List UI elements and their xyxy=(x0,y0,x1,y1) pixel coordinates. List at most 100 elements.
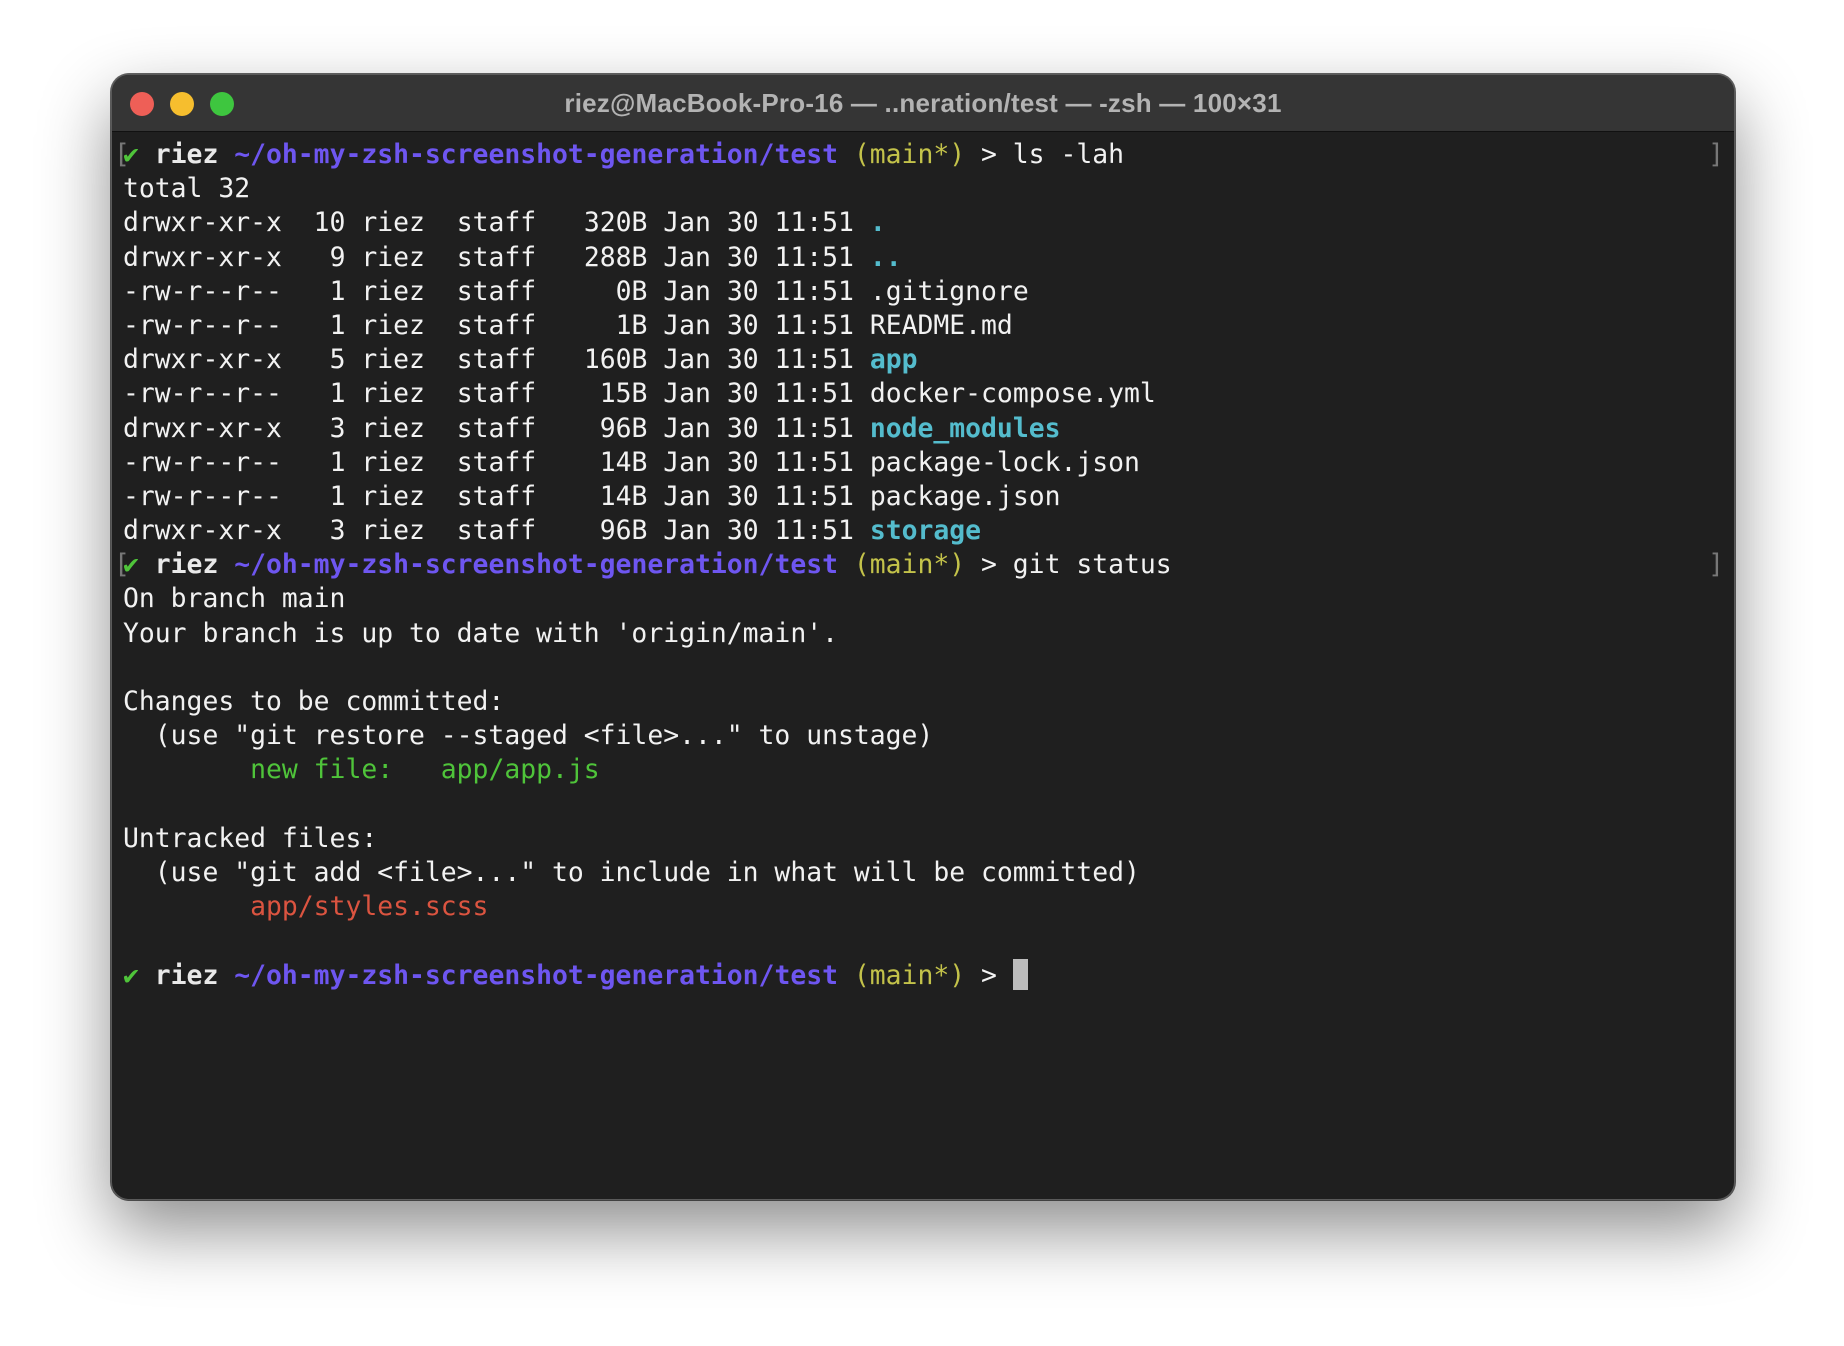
prompt-arrow: > xyxy=(981,549,997,581)
command-text: ls -lah xyxy=(1012,139,1125,170)
ls-links: 1 xyxy=(329,309,346,341)
terminal-window: riez@MacBook-Pro-16 — ..neration/test — … xyxy=(111,74,1735,1200)
prompt-path: ~/oh-my-zsh-screenshot-generation/test xyxy=(234,959,838,991)
ls-date: Jan 30 11:51 xyxy=(663,446,854,478)
ls-links: 1 xyxy=(329,446,346,478)
ls-owner: riez xyxy=(361,275,425,307)
ls-perms: drwxr-xr-x xyxy=(123,241,282,273)
ls-links: 1 xyxy=(329,480,346,512)
ls-perms: -rw-r--r-- xyxy=(123,378,282,410)
command-text: git status xyxy=(1012,549,1172,581)
staged-file: app/app.js xyxy=(440,754,600,786)
ls-links: 10 xyxy=(313,207,346,239)
ls-row: drwxr-xr-x 10 riez staff 320B Jan 30 11:… xyxy=(123,206,1724,240)
ls-size: 320B xyxy=(583,207,648,239)
ls-date: Jan 30 11:51 xyxy=(663,480,854,512)
ls-size: 288B xyxy=(583,241,648,273)
git-uptodate-line: Your branch is up to date with 'origin/m… xyxy=(123,617,838,649)
ls-perms: -rw-r--r-- xyxy=(123,275,282,307)
prompt-git-branch: (main*) xyxy=(853,139,966,170)
ls-row: drwxr-xr-x 3 riez staff 96B Jan 30 11:51… xyxy=(123,514,1724,548)
ls-group: staff xyxy=(456,309,537,341)
ls-file-name: .gitignore xyxy=(869,275,1029,307)
ls-row: -rw-r--r-- 1 riez staff 14B Jan 30 11:51… xyxy=(123,446,1724,480)
ls-links: 9 xyxy=(329,241,346,273)
ls-owner: riez xyxy=(361,344,425,376)
ls-dir-name: .. xyxy=(869,241,902,273)
mark-bracket-left: [ xyxy=(114,549,130,581)
ls-group: staff xyxy=(456,241,537,273)
prompt-arrow: > xyxy=(981,139,997,170)
git-untracked-header: Untracked files: xyxy=(123,822,378,854)
ls-group: staff xyxy=(456,480,537,512)
ls-owner: riez xyxy=(361,515,425,547)
ls-file-name: package.json xyxy=(869,480,1061,512)
ls-size: 1B xyxy=(615,309,648,341)
ls-row: drwxr-xr-x 9 riez staff 288B Jan 30 11:5… xyxy=(123,241,1724,275)
git-untracked-hint: (use "git add <file>..." to include in w… xyxy=(123,856,1140,888)
ls-file-name: README.md xyxy=(869,309,1013,341)
mark-bracket-right: ] xyxy=(1708,549,1724,581)
ls-owner: riez xyxy=(361,378,425,410)
ls-row: -rw-r--r-- 1 riez staff 0B Jan 30 11:51 … xyxy=(123,275,1724,309)
text-cursor[interactable] xyxy=(1012,958,1028,990)
ls-file-name: docker-compose.yml xyxy=(869,378,1156,410)
prompt-git-branch: (main*) xyxy=(853,549,966,581)
ls-perms: drwxr-xr-x xyxy=(123,412,282,444)
ls-date: Jan 30 11:51 xyxy=(663,207,854,239)
ls-owner: riez xyxy=(361,480,425,512)
ls-links: 1 xyxy=(329,275,346,307)
prompt-user: riez xyxy=(154,549,219,581)
git-branch-line: On branch main xyxy=(123,583,346,615)
ls-links: 1 xyxy=(329,378,346,410)
ls-row: drwxr-xr-x 5 riez staff 160B Jan 30 11:5… xyxy=(123,343,1724,377)
ls-group: staff xyxy=(456,446,537,478)
ls-perms: -rw-r--r-- xyxy=(123,446,282,478)
ls-size: 14B xyxy=(599,446,648,478)
ls-links: 3 xyxy=(329,412,346,444)
terminal-content[interactable]: [ ✔ riez ~/oh-my-zsh-screenshot-generatio… xyxy=(114,138,1724,1199)
ls-links: 5 xyxy=(329,344,346,376)
ls-date: Jan 30 11:51 xyxy=(663,344,854,376)
ls-dir-name: . xyxy=(869,207,886,239)
prompt-user: riez xyxy=(154,959,219,991)
git-untracked-entry: app/styles.scss xyxy=(123,890,1724,924)
active-prompt-line[interactable]: ✔ riez ~/oh-my-zsh-screenshot-generation… xyxy=(123,958,1724,993)
ls-owner: riez xyxy=(361,241,425,273)
ls-date: Jan 30 11:51 xyxy=(663,241,854,273)
ls-group: staff xyxy=(456,344,537,376)
ls-row: -rw-r--r-- 1 riez staff 1B Jan 30 11:51 … xyxy=(123,309,1724,343)
ls-date: Jan 30 11:51 xyxy=(663,412,854,444)
ls-date: Jan 30 11:51 xyxy=(663,515,854,547)
window-title: riez@MacBook-Pro-16 — ..neration/test — … xyxy=(564,88,1282,118)
prompt-user: riez xyxy=(154,139,219,170)
ls-owner: riez xyxy=(361,207,425,239)
ls-date: Jan 30 11:51 xyxy=(663,309,854,341)
staged-label: new file: xyxy=(250,754,394,786)
prompt-path: ~/oh-my-zsh-screenshot-generation/test xyxy=(234,549,838,581)
git-staged-header: Changes to be committed: xyxy=(123,686,505,717)
ls-date: Jan 30 11:51 xyxy=(663,378,854,410)
ls-group: staff xyxy=(456,378,537,410)
prompt-path: ~/oh-my-zsh-screenshot-generation/test xyxy=(234,139,838,170)
ls-size: 15B xyxy=(599,378,648,410)
mark-bracket-right: ] xyxy=(1708,139,1724,170)
ls-owner: riez xyxy=(361,309,425,341)
ls-dir-name: app xyxy=(869,344,918,376)
ls-perms: drwxr-xr-x xyxy=(123,344,282,376)
ls-size: 0B xyxy=(615,275,648,307)
ls-owner: riez xyxy=(361,446,425,478)
git-staged-entry: new file: app/app.js xyxy=(123,753,1724,787)
prompt-git-branch: (main*) xyxy=(853,959,966,991)
ls-row: drwxr-xr-x 3 riez staff 96B Jan 30 11:51… xyxy=(123,412,1724,446)
ls-row: -rw-r--r-- 1 riez staff 14B Jan 30 11:51… xyxy=(123,480,1724,514)
ls-dir-name: node_modules xyxy=(869,412,1061,444)
ls-perms: -rw-r--r-- xyxy=(123,309,282,341)
git-staged-hint: (use "git restore --staged <file>..." to… xyxy=(123,720,934,752)
ls-size: 14B xyxy=(599,480,648,512)
ls-size: 160B xyxy=(583,344,648,376)
ls-size: 96B xyxy=(599,412,648,444)
